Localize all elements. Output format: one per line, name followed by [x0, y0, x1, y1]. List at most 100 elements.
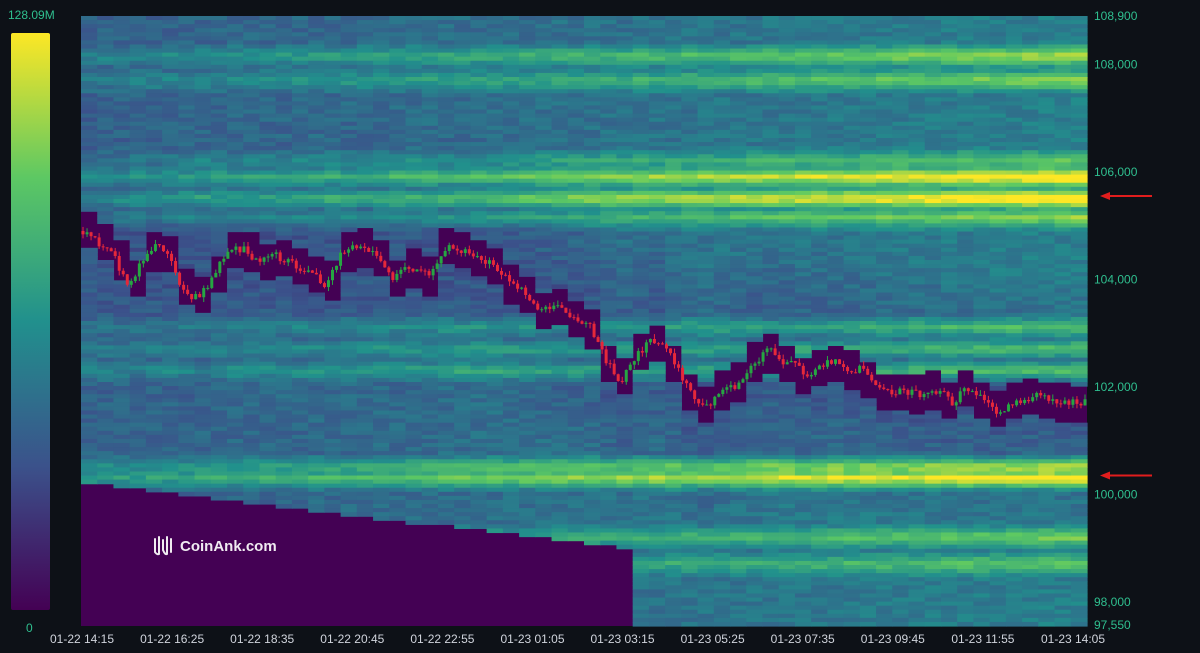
- heatmap-cell: [291, 463, 309, 468]
- heatmap-cell: [697, 194, 715, 200]
- heatmap-cell: [567, 292, 585, 298]
- heatmap-cell: [405, 438, 423, 444]
- heatmap-cell: [502, 357, 520, 363]
- heatmap-cell: [373, 77, 390, 82]
- heatmap-cell: [746, 280, 764, 285]
- heatmap-cell: [129, 402, 147, 407]
- heatmap-cell: [584, 150, 601, 155]
- heatmap-cell: [454, 410, 472, 416]
- heatmap-cell: [308, 402, 325, 407]
- heatmap-cell: [389, 97, 407, 102]
- heatmap-cell: [356, 40, 374, 46]
- heatmap-cell: [486, 150, 504, 155]
- heatmap-cell: [551, 150, 569, 155]
- heatmap-cell: [762, 28, 780, 33]
- heatmap-cell: [145, 211, 163, 216]
- heatmap-cell: [178, 207, 196, 212]
- heatmap-cell: [632, 109, 650, 115]
- heatmap-cell: [454, 430, 472, 436]
- heatmap-cell: [730, 154, 747, 159]
- heatmap-cell: [584, 373, 601, 379]
- heatmap-cell: [697, 621, 715, 627]
- heatmap-cell: [616, 268, 634, 273]
- heatmap-cell: [340, 504, 358, 509]
- heatmap-cell: [421, 101, 439, 107]
- heatmap-cell: [373, 28, 390, 33]
- heatmap-cell: [746, 203, 764, 208]
- heatmap-cell: [730, 349, 747, 355]
- heatmap-cell: [129, 85, 147, 90]
- heatmap-cell: [584, 357, 601, 363]
- heatmap-cell: [97, 44, 115, 50]
- heatmap-cell: [373, 459, 390, 464]
- heatmap-cell: [113, 32, 131, 37]
- heatmap-cell: [113, 207, 131, 212]
- heatmap-cell: [275, 72, 293, 78]
- heatmap-cell: [178, 357, 196, 363]
- heatmap-cell: [437, 296, 455, 302]
- heatmap-cell: [194, 337, 212, 342]
- heatmap-cell: [81, 398, 98, 403]
- heatmap-cell: [81, 369, 98, 375]
- heatmap-cell: [308, 199, 325, 204]
- heatmap-cell: [713, 520, 731, 525]
- heatmap-cell: [665, 508, 682, 513]
- heatmap-cell: [97, 333, 115, 338]
- heatmap-cell: [405, 223, 423, 229]
- heatmap-cell: [324, 333, 342, 338]
- heatmap-cell: [194, 386, 212, 391]
- heatmap-cell: [746, 68, 764, 74]
- heatmap-cell: [356, 280, 374, 285]
- heatmap-cell: [81, 321, 98, 326]
- heatmap-cell: [162, 24, 179, 29]
- heatmap-cell: [551, 162, 569, 168]
- heatmap-cell: [340, 382, 358, 387]
- heatmap-cell: [97, 174, 115, 180]
- heatmap-cell: [275, 463, 293, 468]
- heatmap-cell: [259, 447, 277, 452]
- heatmap-cell: [713, 528, 731, 534]
- heatmap-cell: [437, 121, 455, 127]
- heatmap-cell: [616, 455, 634, 460]
- heatmap-cell: [389, 479, 407, 485]
- heatmap-cell: [178, 28, 196, 33]
- heatmap-cell: [437, 219, 455, 224]
- heatmap-cell: [275, 154, 293, 159]
- heatmap-cell: [129, 28, 147, 33]
- heatmap-cell: [178, 418, 196, 424]
- heatmap-cell: [437, 349, 455, 355]
- heatmap-cell: [486, 77, 504, 82]
- heatmap-cell: [730, 304, 747, 310]
- heatmap-cell: [162, 170, 179, 176]
- heatmap-cell: [194, 491, 212, 497]
- heatmap-cell: [665, 532, 682, 538]
- heatmap-cell: [454, 52, 472, 58]
- heatmap-cell: [259, 235, 277, 241]
- heatmap-cell: [632, 495, 650, 501]
- heatmap-cell: [632, 573, 650, 578]
- heatmap-cell: [470, 345, 488, 351]
- heatmap-cell: [551, 451, 569, 456]
- heatmap-cell: [616, 536, 634, 542]
- heatmap-cell: [129, 162, 147, 168]
- heatmap-cell: [437, 44, 455, 50]
- heatmap-cell: [600, 44, 618, 50]
- heatmap-cell: [421, 300, 439, 306]
- heatmap-cell: [340, 72, 358, 78]
- heatmap-cell: [129, 72, 147, 78]
- heatmap-cell: [275, 276, 293, 281]
- heatmap-cell: [730, 40, 747, 46]
- heatmap-cell: [178, 479, 196, 485]
- heatmap-cell: [373, 369, 390, 375]
- heatmap-cell: [81, 272, 98, 277]
- heatmap-cell: [697, 577, 715, 582]
- heatmap-cell: [648, 300, 666, 306]
- heatmap-cell: [535, 174, 553, 180]
- heatmap-cell: [210, 438, 228, 444]
- heatmap-cell: [291, 398, 309, 403]
- heatmap-cell: [648, 207, 666, 212]
- heatmap-cell: [648, 487, 666, 493]
- heatmap-cell: [259, 186, 277, 192]
- heatmap-cell: [97, 316, 115, 322]
- heatmap-cell: [97, 357, 115, 363]
